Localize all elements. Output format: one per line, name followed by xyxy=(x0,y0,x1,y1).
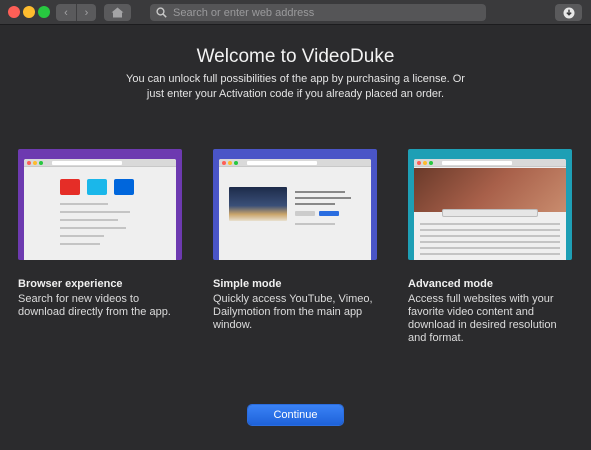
zoom-window-button[interactable] xyxy=(38,6,50,18)
feature-card-advanced: Advanced mode Access full websites with … xyxy=(408,149,572,345)
card-description: Quickly access YouTube, Vimeo, Dailymoti… xyxy=(213,293,373,331)
welcome-subtitle: You can unlock full possibilities of the… xyxy=(126,73,465,100)
forward-button[interactable]: › xyxy=(76,4,96,21)
chevron-right-icon: › xyxy=(84,6,89,19)
downloads-button[interactable] xyxy=(555,4,582,21)
continue-button[interactable]: Continue xyxy=(248,405,343,425)
feature-card-browser: Browser experience Search for new videos… xyxy=(18,149,182,319)
browser-experience-thumbnail xyxy=(18,149,182,260)
minimize-window-button[interactable] xyxy=(23,6,35,18)
card-title: Simple mode xyxy=(213,278,282,290)
card-title: Advanced mode xyxy=(408,278,493,290)
search-icon xyxy=(154,6,168,20)
card-title: Browser experience xyxy=(18,278,123,290)
address-input[interactable] xyxy=(173,6,473,19)
navigation-buttons: ‹ › xyxy=(56,4,96,21)
home-button[interactable] xyxy=(104,4,131,21)
welcome-title: Welcome to VideoDuke xyxy=(196,46,395,67)
window-toolbar: ‹ › xyxy=(0,0,591,25)
advanced-mode-thumbnail xyxy=(408,149,572,260)
home-icon xyxy=(111,7,124,18)
card-description: Access full websites with your favorite … xyxy=(408,293,557,344)
chevron-left-icon: ‹ xyxy=(64,6,68,19)
simple-mode-thumbnail xyxy=(213,149,377,260)
feature-card-simple: Simple mode Quickly access YouTube, Vime… xyxy=(213,149,377,332)
download-icon xyxy=(563,7,574,18)
back-button[interactable]: ‹ xyxy=(56,4,76,21)
card-description: Search for new videos to download direct… xyxy=(18,293,171,318)
close-window-button[interactable] xyxy=(8,6,20,18)
address-bar[interactable] xyxy=(150,4,486,21)
